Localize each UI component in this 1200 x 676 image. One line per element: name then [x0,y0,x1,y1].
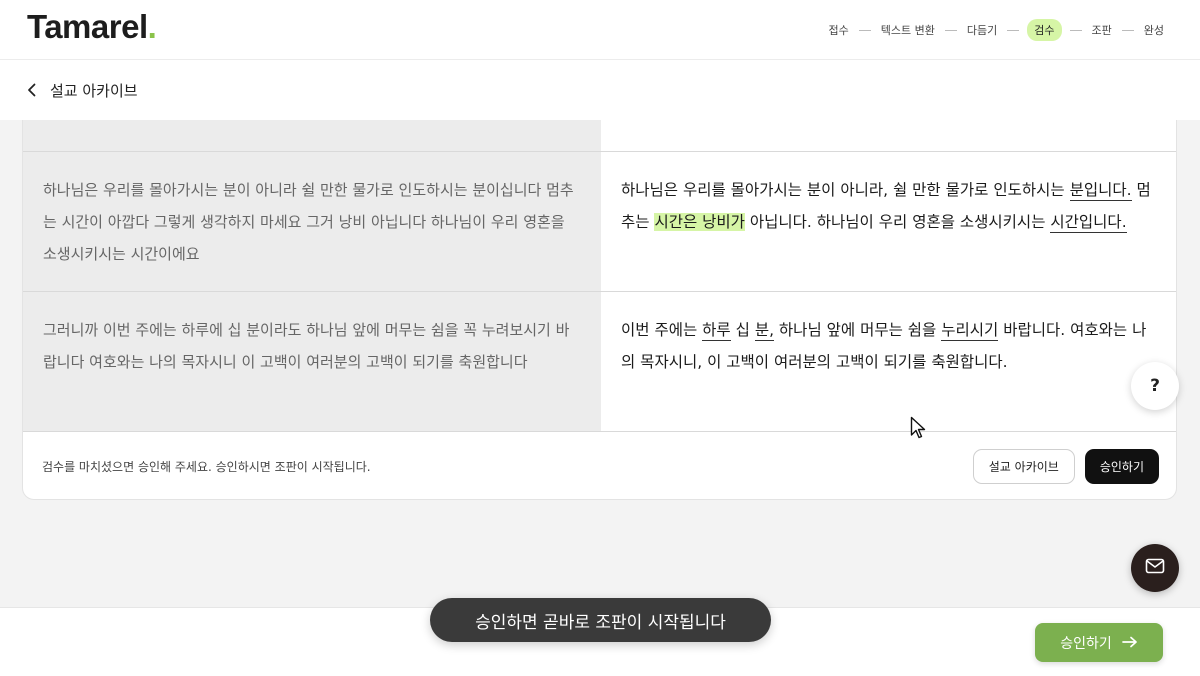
step-intake: 접수 [828,24,849,37]
step-refine: 다듬기 [966,24,998,37]
approval-notice: 검수를 마치셨으면 승인해 주세요. 승인하시면 조판이 시작됩니다. [42,460,371,474]
step-complete: 완성 [1143,24,1164,37]
approve-main-button[interactable]: 승인하기 [1035,623,1163,662]
toast-message: 승인하면 곧바로 조판이 시작됩니다 [430,598,771,642]
edited-change-highlight[interactable]: 시간은 낭비가 [654,213,745,231]
step-separator [1121,29,1134,31]
original-text-cell: 하나님은 우리를 몰아가시는 분이 아니라 쉴 만한 물가로 인도하시는 분이십… [23,152,601,291]
back-to-archive-link[interactable]: 설교 아카이브 [50,80,138,101]
comparison-row: 하나님은 우리를 몰아가시는 분이 아니라 쉴 만한 물가로 인도하시는 분이십… [23,151,1176,291]
edited-text: 이번 주에는 [621,321,703,339]
progress-steps: 접수 텍스트 변환 다듬기 검수 조판 완성 [827,19,1166,41]
edited-text: 하나님 앞에 머무는 쉼을 [774,321,942,339]
arrow-right-icon [1121,633,1138,652]
sub-header: 설교 아카이브 [0,60,1200,120]
edited-change-underline[interactable]: 분, [754,321,774,341]
mouse-cursor-icon [910,416,928,440]
edited-text: 아닙니다. 하나님이 우리 영혼을 소생시키시는 [744,213,1051,231]
step-separator [1007,29,1020,31]
step-separator [1069,29,1082,31]
chevron-left-icon[interactable] [24,82,40,98]
step-typeset: 조판 [1091,24,1112,37]
step-separator [858,29,871,31]
card-footer: 검수를 마치셨으면 승인해 주세요. 승인하시면 조판이 시작됩니다. 설교 아… [23,431,1176,499]
logo-text: Tamarel [27,8,148,45]
review-card: 하나님은 우리를 몰아가시는 분이 아니라 쉴 만한 물가로 인도하시는 분이십… [22,84,1177,500]
comparison-row: 그러니까 이번 주에는 하루에 십 분이라도 하나님 앞에 머무는 쉼을 꼭 누… [23,291,1176,431]
question-icon: ? [1150,376,1160,396]
archive-button[interactable]: 설교 아카이브 [972,449,1075,484]
edited-change-underline[interactable]: 시간입니다. [1050,213,1127,233]
edited-text-cell[interactable]: 하나님은 우리를 몰아가시는 분이 아니라, 쉴 만한 물가로 인도하시는 분입… [601,152,1176,291]
help-button[interactable]: ? [1131,362,1179,410]
top-header: Tamarel. 접수 텍스트 변환 다듬기 검수 조판 완성 [0,0,1200,60]
approve-button[interactable]: 승인하기 [1084,449,1159,484]
edited-change-underline[interactable]: 분입니다. [1069,181,1132,201]
contact-mail-button[interactable] [1131,544,1179,592]
edited-text-cell[interactable]: 이번 주에는 하루 십 분, 하나님 앞에 머무는 쉼을 누리시기 바랍니다. … [601,292,1176,431]
step-text-convert: 텍스트 변환 [880,24,935,37]
mail-icon [1145,558,1165,578]
step-separator [944,29,957,31]
approve-main-label: 승인하기 [1060,635,1112,652]
edited-change-underline[interactable]: 하루 [702,321,731,341]
logo-dot: . [147,8,157,45]
edited-text: 하나님은 우리를 몰아가시는 분이 아니라, 쉴 만한 물가로 인도하시는 [621,181,1070,199]
original-text-cell: 그러니까 이번 주에는 하루에 십 분이라도 하나님 앞에 머무는 쉼을 꼭 누… [23,292,601,431]
edited-change-underline[interactable]: 누리시기 [941,321,999,341]
edited-text: 십 [730,321,755,339]
step-review-active: 검수 [1027,19,1062,41]
logo[interactable]: Tamarel. [27,8,157,46]
